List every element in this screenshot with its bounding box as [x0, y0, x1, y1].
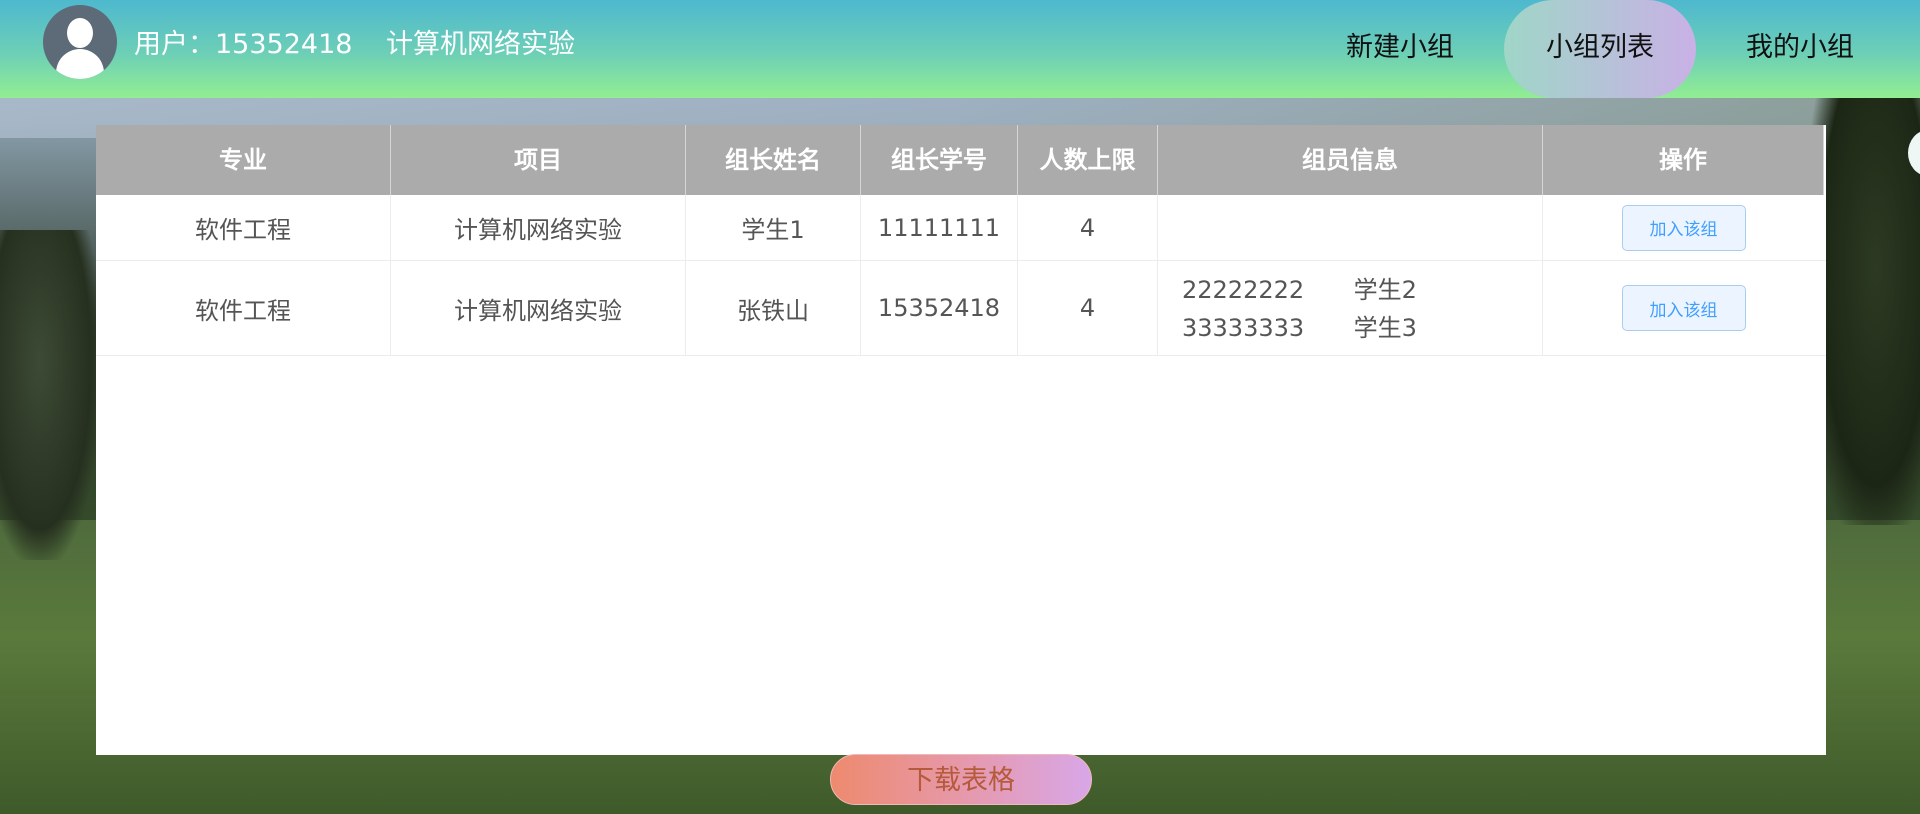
- action-cell: 加入该组: [1543, 261, 1824, 355]
- column-header: 组员信息: [1158, 125, 1543, 195]
- member-entry: 22222222 学生2: [1182, 271, 1542, 309]
- background-tree: [0, 230, 100, 560]
- download-table-button[interactable]: 下载表格: [830, 754, 1092, 805]
- leader-name-cell: 学生1: [686, 195, 861, 260]
- column-header: 组长姓名: [686, 125, 861, 195]
- limit-cell: 4: [1018, 195, 1158, 260]
- nav-group-list[interactable]: 小组列表: [1504, 0, 1696, 98]
- project-cell: 计算机网络实验: [391, 195, 686, 260]
- table-header: 专业 项目 组长姓名 组长学号 人数上限 组员信息 操作: [96, 125, 1824, 195]
- major-cell: 软件工程: [96, 195, 391, 260]
- join-group-button[interactable]: 加入该组: [1621, 285, 1746, 331]
- avatar-body-shape: [56, 49, 104, 79]
- column-header: 专业: [96, 125, 391, 195]
- major-cell: 软件工程: [96, 261, 391, 355]
- leader-id-cell: 11111111: [861, 195, 1018, 260]
- avatar: [43, 5, 117, 79]
- members-cell: [1158, 195, 1543, 260]
- join-group-button[interactable]: 加入该组: [1621, 204, 1746, 251]
- member-name: 学生3: [1353, 314, 1417, 342]
- member-entry: 33333333 学生3: [1182, 309, 1542, 347]
- member-name: 学生2: [1353, 276, 1417, 304]
- table-row: 软件工程 计算机网络实验 张铁山 15352418 4 22222222 学生2…: [96, 261, 1826, 356]
- members-cell: 22222222 学生2 33333333 学生3: [1158, 261, 1543, 355]
- nav-new-group[interactable]: 新建小组: [1330, 0, 1470, 98]
- table-row: 软件工程 计算机网络实验 学生1 11111111 4 加入该组: [96, 195, 1826, 261]
- group-table-panel: 专业 项目 组长姓名 组长学号 人数上限 组员信息 操作 软件工程 计算机网络实…: [96, 125, 1826, 755]
- top-header: 用户：15352418 计算机网络实验 新建小组 小组列表 我的小组: [0, 0, 1920, 98]
- action-cell: 加入该组: [1543, 195, 1824, 260]
- leader-name-cell: 张铁山: [686, 261, 861, 355]
- nav-my-group[interactable]: 我的小组: [1730, 0, 1870, 98]
- member-id: 22222222: [1182, 276, 1305, 304]
- project-label: 计算机网络实验: [386, 29, 575, 60]
- background-tree: [1810, 95, 1920, 525]
- column-header: 项目: [391, 125, 686, 195]
- column-header: 操作: [1543, 125, 1824, 195]
- avatar-head-shape: [67, 18, 93, 48]
- project-cell: 计算机网络实验: [391, 261, 686, 355]
- column-header: 人数上限: [1018, 125, 1158, 195]
- member-id: 33333333: [1182, 314, 1305, 342]
- leader-id-cell: 15352418: [861, 261, 1018, 355]
- limit-cell: 4: [1018, 261, 1158, 355]
- user-label: 用户：15352418: [134, 29, 353, 60]
- column-header: 组长学号: [861, 125, 1018, 195]
